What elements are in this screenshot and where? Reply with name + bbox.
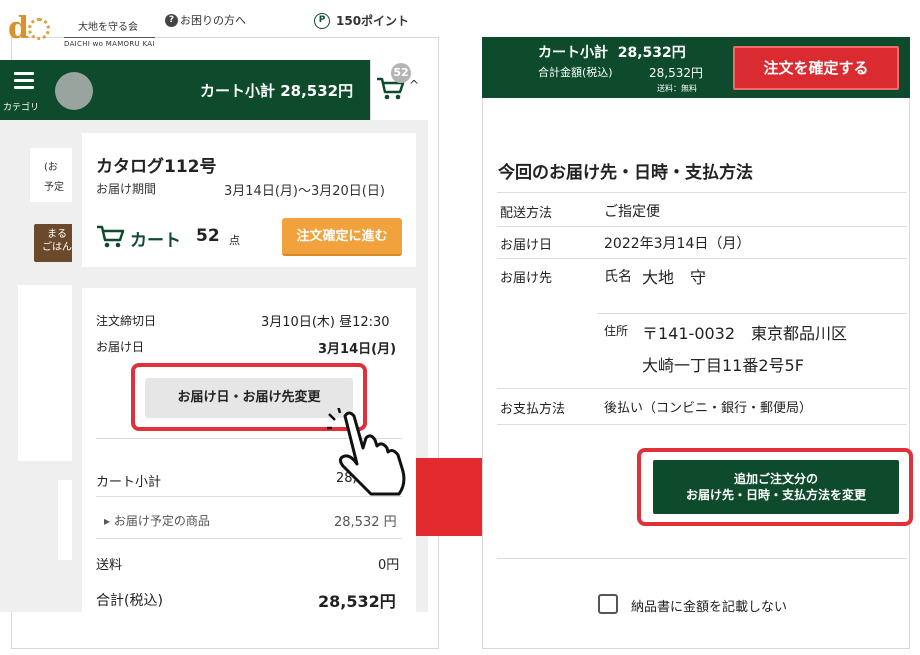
checkout-subtotal: カート小計 28,532円 [538, 45, 686, 61]
total-label: 合計(税込) [96, 593, 163, 609]
divider [96, 538, 402, 539]
date-label: お届け日 [500, 238, 553, 253]
divider [497, 558, 907, 559]
divider [597, 313, 907, 314]
divider [497, 192, 907, 193]
shipping-value: 0円 [378, 558, 400, 573]
change-additional-order-button[interactable]: 追加ご注文分の お届け先・日時・支払方法を変更 [653, 460, 899, 514]
items-toggle[interactable]: ▸ お届け予定の商品 [104, 512, 210, 529]
name-value: 大地 守 [642, 268, 707, 287]
chevron-up-icon[interactable]: ^ [409, 78, 419, 92]
points-link[interactable]: P 150ポイント [314, 12, 409, 29]
destination-label: お届け先 [500, 271, 553, 286]
address-label: 住所 [604, 324, 629, 338]
logo-text: 大地を守る会 [78, 22, 138, 33]
delivery-value: 3月14日(月) [318, 342, 397, 357]
divider [497, 424, 907, 425]
deadline-label: 注文締切日 [96, 314, 157, 328]
points-icon: P [314, 12, 330, 29]
period-label: お届け期間 [96, 182, 157, 196]
menu-label[interactable]: カテゴリ [3, 100, 39, 113]
menu-icon[interactable] [14, 72, 34, 93]
background-card [18, 285, 80, 461]
caret-right-icon: ▸ [104, 514, 114, 528]
question-icon: ? [165, 13, 178, 27]
checkout-total-label: 合計金額(税込) [538, 66, 613, 79]
cart-label: カート [130, 231, 181, 251]
change-delivery-button[interactable]: お届け日・お届け先変更 [145, 378, 353, 418]
avatar[interactable] [55, 72, 93, 110]
divider [497, 388, 907, 389]
logo-subtext: DAICHI wo MAMORU KAI [64, 37, 155, 48]
logo-icon[interactable]: d [8, 14, 29, 44]
cart-count-badge: 52 [391, 63, 411, 83]
cart-icon [97, 225, 125, 248]
help-link[interactable]: ? お困りの方へ [165, 12, 246, 28]
proceed-to-checkout-button[interactable]: 注文確定に進む [282, 218, 402, 256]
name-label: 氏名 [604, 269, 632, 285]
divider [497, 226, 907, 227]
confirm-order-button[interactable]: 注文を確定する [733, 46, 899, 90]
logo-sun-icon [28, 18, 50, 40]
cart-count: 52 [196, 226, 220, 246]
delivery-label: お届け日 [96, 340, 145, 354]
no-price-checkbox[interactable] [598, 594, 618, 614]
shipping-label: 送料 [96, 558, 123, 573]
section-title: 今回のお届け先・日時・支払方法 [498, 163, 753, 183]
cart-unit: 点 [229, 234, 240, 247]
checkout-total-value: 28,532円 [649, 66, 703, 80]
catalog-title: カタログ112号 [96, 157, 217, 177]
address-line-1: 〒141-0032 東京都品川区 [642, 324, 848, 343]
address-line-2: 大崎一丁目11番2号5F [642, 356, 804, 375]
items-value: 28,532 円 [334, 515, 397, 530]
method-value: ご指定便 [604, 204, 660, 220]
date-value: 2022年3月14日（月） [604, 236, 751, 252]
cart-subtotal: カート小計 28,532円 [200, 82, 354, 100]
no-price-label: 納品書に金額を記載しない [631, 600, 788, 615]
method-label: 配送方法 [500, 206, 553, 221]
total-value: 28,532円 [318, 592, 396, 611]
divider [497, 258, 907, 259]
pointer-hand-icon [327, 408, 406, 496]
subtotal-label: カート小計 [96, 475, 162, 490]
period-value: 3月14日(月)〜3月20日(日) [224, 184, 385, 199]
shipping-note: 送料：無料 [657, 84, 697, 93]
payment-value: 後払い（コンビニ・銀行・郵便局） [604, 401, 813, 416]
items-label: お届け予定の商品 [113, 514, 210, 528]
payment-label: お支払方法 [500, 402, 566, 417]
points-label: 150ポイント [336, 14, 410, 28]
help-label: お困りの方へ [180, 14, 246, 27]
deadline-value: 3月10日(木) 昼12:30 [261, 315, 390, 330]
